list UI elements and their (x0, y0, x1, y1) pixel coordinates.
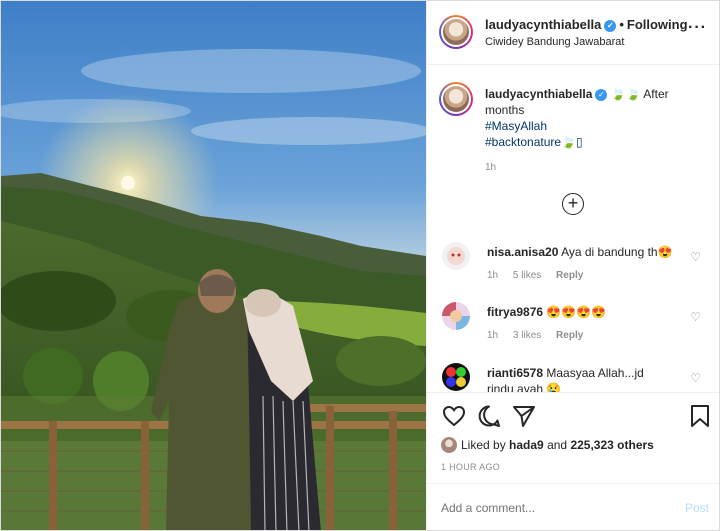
caption-avatar[interactable] (439, 82, 473, 116)
heart-outline-icon[interactable]: ♡ (690, 250, 701, 264)
caption-body-b: months (485, 103, 525, 117)
comment-bubble-icon[interactable] (476, 403, 502, 429)
liked-by-count[interactable]: 225,323 others (570, 438, 653, 452)
comment-text: fitrya9876 😍😍😍😍 (487, 304, 677, 320)
comment-text: nisa.anisa20 Aya di bandung th😍 (487, 244, 677, 260)
liked-by-prefix: Liked by (461, 438, 506, 452)
post-actions: Liked by hada9 and 225,323 others 1 HOUR… (427, 392, 719, 530)
liked-by-user[interactable]: hada9 (509, 438, 544, 452)
commenter-username[interactable]: rianti6578 (487, 366, 543, 380)
photo-scene (1, 1, 426, 530)
comment-meta: 1h 3 likes Reply (487, 330, 595, 341)
caption-username[interactable]: laudyacynthiabella (485, 87, 592, 101)
comment-likes[interactable]: 3 likes (513, 330, 541, 341)
hashtag-text[interactable]: #backtonature (485, 135, 561, 149)
like-heart-icon[interactable] (441, 403, 467, 429)
commenter-avatar[interactable] (442, 302, 470, 330)
heart-eyes-emoji-icon: 😍 (657, 245, 673, 259)
comment-body: Maasyaa Allah...jd (546, 366, 644, 380)
commenter-username[interactable]: nisa.anisa20 (487, 245, 558, 259)
comment-item: rianti6578 Maasyaa Allah...jd rindu ayah… (439, 363, 709, 392)
comment-item: nisa.anisa20 Aya di bandung th😍 1h 5 lik… (439, 242, 709, 298)
liker-avatar[interactable] (441, 437, 457, 453)
emoji-icon: 😢 (546, 382, 562, 392)
follow-button[interactable]: Following (627, 17, 688, 32)
add-comment-input[interactable] (441, 501, 661, 515)
caption-text: laudyacynthiabella ✓ 🍃🍃 After months #Mas… (485, 86, 703, 150)
verified-badge-icon: ✓ (595, 89, 608, 101)
verified-badge-icon: ✓ (604, 20, 617, 32)
liked-by-and: and (547, 438, 568, 452)
post-window: laudyacynthiabella ✓ • Following Ciwidey Ba… (0, 0, 720, 531)
share-send-icon[interactable] (511, 403, 537, 429)
comment-composer: Post (427, 483, 719, 530)
hashtag-link[interactable]: #MasyAllah (485, 118, 703, 134)
post-timestamp[interactable]: 1 HOUR AGO (441, 462, 500, 472)
comment-meta: 1h 5 likes Reply (487, 270, 595, 281)
heart-eyes-emoji-icon: 😍😍😍😍 (546, 305, 607, 319)
liked-by-line: Liked by hada9 and 225,323 others (441, 437, 654, 453)
author-avatar[interactable] (439, 15, 473, 49)
comment-body-continued: rindu ayah (487, 382, 544, 392)
hashtag-link[interactable]: #backtonature🍃▯ (485, 134, 703, 150)
heart-outline-icon[interactable]: ♡ (690, 310, 701, 324)
commenter-avatar[interactable] (442, 242, 470, 270)
post-location[interactable]: Ciwidey Bandung Jawabarat (485, 36, 624, 48)
post-side-panel: laudyacynthiabella ✓ • Following Ciwidey Ba… (426, 1, 719, 530)
heart-outline-icon[interactable]: ♡ (690, 371, 701, 385)
comments-section[interactable]: laudyacynthiabella ✓ 🍃🍃 After months #Mas… (427, 66, 719, 392)
comment-time[interactable]: 1h (487, 330, 498, 341)
save-bookmark-icon[interactable] (687, 403, 713, 429)
reply-button[interactable]: Reply (556, 330, 583, 341)
post-header: laudyacynthiabella ✓ • Following Ciwidey Ba… (427, 1, 719, 65)
comment-body: Aya di bandung th (561, 245, 658, 259)
comment-likes[interactable]: 5 likes (513, 270, 541, 281)
load-more-comments-icon[interactable]: + (562, 193, 584, 215)
leaf-emoji-icon: 🍃 (561, 135, 577, 149)
ellipsis-icon[interactable]: ··· (688, 20, 707, 36)
author-username[interactable]: laudyacynthiabella (485, 17, 601, 32)
leaf-emoji-icon: 🍃🍃 (610, 87, 641, 101)
caption-body-a: After (643, 87, 669, 101)
tofu-glyph: ▯ (576, 135, 583, 149)
post-photo[interactable] (1, 1, 426, 530)
post-comment-button[interactable]: Post (685, 501, 709, 515)
commenter-username[interactable]: fitrya9876 (487, 305, 543, 319)
separator-dot: • (619, 17, 624, 32)
comment-item: fitrya9876 😍😍😍😍 1h 3 likes Reply ♡ (439, 302, 709, 358)
comment-time[interactable]: 1h (487, 270, 498, 281)
author-line: laudyacynthiabella ✓ • Following (485, 17, 688, 32)
reply-button[interactable]: Reply (556, 270, 583, 281)
commenter-avatar[interactable] (442, 363, 470, 391)
comment-text: rianti6578 Maasyaa Allah...jd rindu ayah… (487, 365, 677, 392)
caption-time[interactable]: 1h (485, 162, 496, 173)
